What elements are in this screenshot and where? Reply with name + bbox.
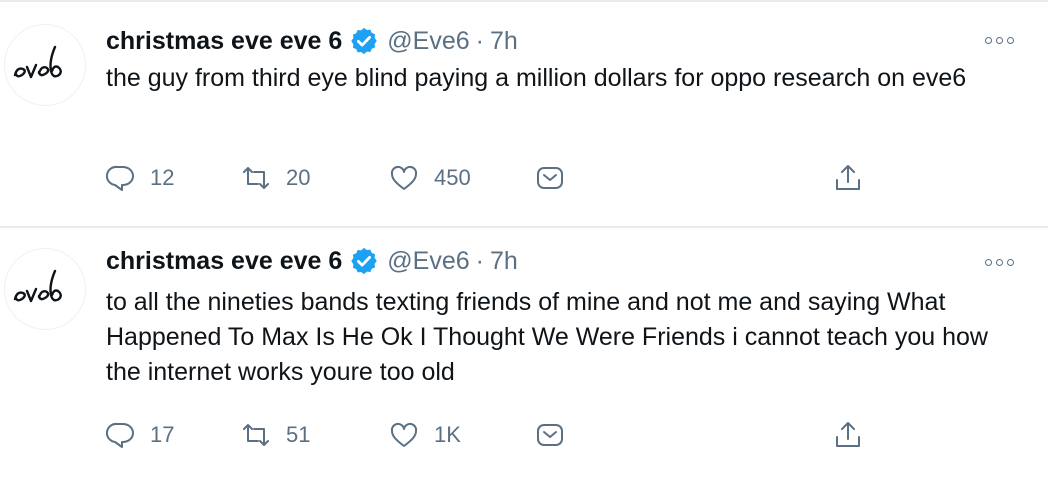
display-name[interactable]: christmas eve eve 6	[106, 27, 342, 56]
like-count: 1K	[434, 422, 461, 447]
heart-icon	[390, 165, 418, 190]
display-name[interactable]: christmas eve eve 6	[106, 247, 342, 276]
separator: ·	[475, 246, 484, 275]
verified-badge-icon	[349, 26, 379, 56]
tweet-header: christmas eve eve 6 @Eve6 · 7h	[106, 244, 518, 278]
share-icon	[537, 424, 563, 446]
more-options-icon[interactable]	[985, 256, 1019, 268]
retweet-button[interactable]: 20	[240, 161, 310, 195]
retweet-count: 20	[286, 165, 311, 190]
share-button[interactable]	[534, 418, 566, 452]
eve6-logo-icon	[13, 269, 62, 303]
reply-icon	[106, 165, 134, 191]
tweet-text: the guy from third eye blind paying a mi…	[106, 64, 967, 92]
timestamp[interactable]: 7h	[490, 247, 518, 276]
reply-button[interactable]: 17	[104, 418, 174, 452]
tweet[interactable]: christmas eve eve 6 @Eve6 · 7h to all th…	[0, 228, 1048, 486]
retweet-icon	[243, 167, 269, 189]
upload-button[interactable]	[832, 418, 864, 452]
tweet-text: to all the nineties bands texting friend…	[106, 288, 988, 386]
reply-count: 12	[150, 165, 175, 190]
share-icon	[537, 167, 563, 189]
retweet-icon	[243, 424, 269, 446]
retweet-button[interactable]: 51	[240, 418, 310, 452]
avatar[interactable]	[4, 248, 86, 330]
tweet-actions: 17 51 1K	[104, 418, 874, 452]
verified-badge-icon	[349, 246, 379, 276]
reply-count: 17	[150, 422, 175, 447]
timeline: christmas eve eve 6 @Eve6 · 7h the guy f…	[0, 0, 1048, 486]
avatar[interactable]	[4, 24, 86, 106]
share-button[interactable]	[534, 161, 566, 195]
tweet-actions: 12 20 450	[104, 161, 874, 195]
eve6-logo-icon	[13, 45, 62, 79]
reply-button[interactable]: 12	[104, 161, 174, 195]
retweet-count: 51	[286, 422, 311, 447]
handle[interactable]: @Eve6	[387, 247, 469, 276]
upload-icon	[836, 165, 860, 190]
timestamp[interactable]: 7h	[490, 27, 518, 56]
upload-button[interactable]	[832, 161, 864, 195]
reply-icon	[106, 422, 134, 448]
tweet[interactable]: christmas eve eve 6 @Eve6 · 7h the guy f…	[0, 0, 1048, 226]
handle[interactable]: @Eve6	[387, 27, 469, 56]
like-button[interactable]: 1K	[388, 418, 461, 452]
heart-icon	[390, 422, 418, 447]
tweet-header: christmas eve eve 6 @Eve6 · 7h	[106, 24, 518, 58]
upload-icon	[836, 422, 860, 447]
more-options-icon[interactable]	[985, 34, 1019, 46]
like-button[interactable]: 450	[388, 161, 471, 195]
separator: ·	[475, 26, 484, 55]
like-count: 450	[434, 165, 471, 190]
